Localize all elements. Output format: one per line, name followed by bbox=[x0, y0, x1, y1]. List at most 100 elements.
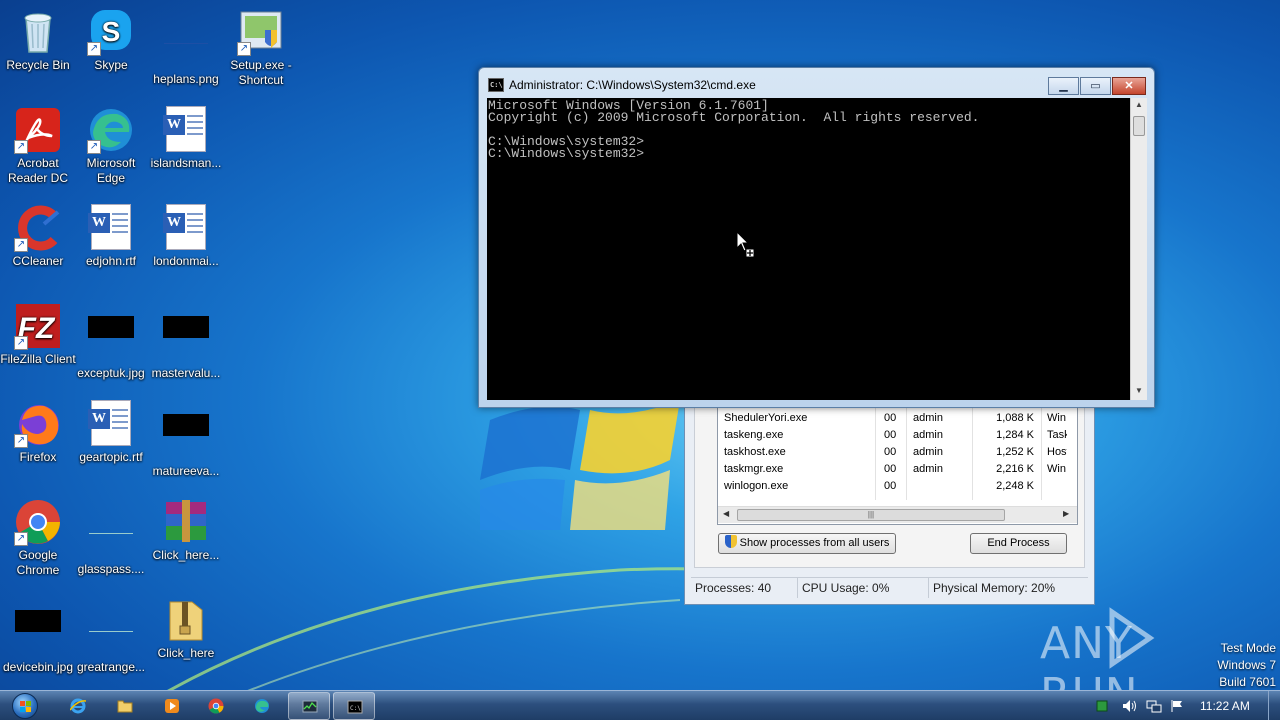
cmd-window[interactable]: C:\ Administrator: C:\Windows\System32\c… bbox=[478, 67, 1155, 408]
console-line: C:\Windows\system32> bbox=[488, 146, 645, 161]
desktop-icon-londonmai[interactable]: W londonmai... bbox=[148, 204, 224, 269]
table-row[interactable]: winlogon.exe 00 2,248 K bbox=[718, 478, 1068, 495]
scroll-up-icon[interactable]: ▲ bbox=[1135, 100, 1143, 109]
processes-panel: ShedulerYori.exe 00 admin 1,088 K Win ta… bbox=[694, 396, 1085, 568]
taskbar-windows-explorer[interactable] bbox=[104, 692, 146, 720]
scroll-right-icon[interactable]: ▶ bbox=[1063, 509, 1069, 518]
desktop-icon-recycle-bin[interactable]: Recycle Bin bbox=[0, 8, 76, 73]
image-file-icon bbox=[162, 316, 210, 364]
desktop-icon-skype[interactable]: S ↗ Skype bbox=[73, 8, 149, 73]
maximize-button[interactable]: ▭ bbox=[1080, 77, 1111, 95]
setup-shortcut-icon: ↗ bbox=[237, 8, 285, 56]
desktop-icon-edjohn[interactable]: W edjohn.rtf bbox=[73, 204, 149, 269]
desktop-icon-edge[interactable]: ↗ Microsoft Edge bbox=[73, 106, 149, 186]
firefox-icon: ↗ bbox=[14, 400, 62, 448]
action-center-flag-icon[interactable] bbox=[1170, 699, 1184, 713]
desktop-icon-heplans[interactable]: heplans.png bbox=[148, 8, 224, 87]
zip-folder-icon bbox=[162, 596, 210, 644]
scrollbar-thumb[interactable]: ||| bbox=[737, 509, 1005, 521]
shortcut-arrow-icon: ↗ bbox=[14, 532, 28, 546]
show-all-processes-button[interactable]: Show processes from all users bbox=[718, 533, 896, 554]
process-name: ShedulerYori.exe bbox=[724, 412, 808, 424]
process-cpu: 00 bbox=[884, 429, 897, 441]
desktop-icon-matureeva[interactable]: matureeva... bbox=[148, 400, 224, 479]
process-list[interactable]: ShedulerYori.exe 00 admin 1,088 K Win ta… bbox=[717, 407, 1078, 525]
taskbar-chrome[interactable] bbox=[195, 692, 237, 720]
taskbar-internet-explorer[interactable] bbox=[57, 692, 99, 720]
uac-shield-icon bbox=[724, 535, 737, 548]
process-user: admin bbox=[913, 463, 943, 475]
scroll-left-icon[interactable]: ◀ bbox=[723, 509, 729, 518]
desktop-icon-firefox[interactable]: ↗ Firefox bbox=[0, 400, 76, 465]
desktop-icon-click-here-rar[interactable]: Click_here... bbox=[148, 498, 224, 563]
status-cpu: CPU Usage: 0% bbox=[797, 578, 928, 598]
process-name: winlogon.exe bbox=[724, 480, 789, 492]
process-cpu: 00 bbox=[884, 480, 897, 492]
filezilla-icon: FZ ↗ bbox=[14, 302, 62, 350]
shortcut-arrow-icon: ↗ bbox=[237, 42, 251, 56]
process-description: Win bbox=[1047, 412, 1066, 424]
status-processes: Processes: 40 bbox=[695, 581, 772, 595]
recycle-bin-icon bbox=[14, 8, 62, 56]
svg-text:C:\: C:\ bbox=[350, 705, 361, 712]
taskbar-task-manager[interactable] bbox=[288, 692, 330, 720]
scroll-down-icon[interactable]: ▼ bbox=[1135, 386, 1143, 395]
taskbar-clock[interactable]: 11:22 AM bbox=[1200, 699, 1250, 713]
shortcut-arrow-icon: ↗ bbox=[14, 140, 28, 154]
volume-icon[interactable] bbox=[1122, 699, 1138, 713]
desktop: Recycle Bin S ↗ Skype heplans.png ↗ Setu… bbox=[0, 0, 1280, 690]
table-row[interactable]: taskeng.exe 00 admin 1,284 K Task bbox=[718, 427, 1068, 444]
show-desktop-button[interactable] bbox=[1268, 691, 1280, 720]
desktop-icon-acrobat[interactable]: ↗ Acrobat Reader DC bbox=[0, 106, 76, 186]
system-tray bbox=[1090, 691, 1195, 720]
desktop-icon-geartopic[interactable]: W geartopic.rtf bbox=[73, 400, 149, 465]
word-doc-icon: W bbox=[87, 400, 135, 448]
console-output[interactable]: Microsoft Windows [Version 6.1.7601] Copy… bbox=[487, 98, 1130, 400]
desktop-icon-filezilla[interactable]: FZ ↗ FileZilla Client bbox=[0, 302, 76, 367]
task-manager-window[interactable]: ShedulerYori.exe 00 admin 1,088 K Win ta… bbox=[684, 395, 1095, 605]
shortcut-arrow-icon: ↗ bbox=[14, 336, 28, 350]
image-file-icon bbox=[87, 316, 135, 364]
cmd-icon: C:\ bbox=[347, 700, 363, 714]
taskbar-media-player[interactable] bbox=[151, 692, 193, 720]
network-icon[interactable] bbox=[1146, 699, 1162, 713]
end-process-button[interactable]: End Process bbox=[970, 533, 1067, 554]
edge-icon: ↗ bbox=[87, 106, 135, 154]
desktop-icon-islandsman[interactable]: W islandsman... bbox=[148, 106, 224, 171]
image-file-icon bbox=[162, 22, 210, 70]
process-name: taskmgr.exe bbox=[724, 463, 784, 475]
desktop-icon-chrome[interactable]: ↗ Google Chrome bbox=[0, 498, 76, 578]
file-icon bbox=[87, 610, 135, 658]
process-description: Host bbox=[1047, 446, 1067, 458]
desktop-icon-glasspass[interactable]: glasspass.... bbox=[73, 498, 149, 577]
horizontal-scrollbar[interactable]: ◀ ||| ▶ bbox=[718, 506, 1077, 523]
table-row[interactable]: taskmgr.exe 00 admin 2,216 K Win bbox=[718, 461, 1068, 478]
desktop-icon-click-here-zip[interactable]: Click_here bbox=[148, 596, 224, 661]
shortcut-arrow-icon: ↗ bbox=[14, 434, 28, 448]
desktop-icon-exceptuk[interactable]: exceptuk.jpg bbox=[73, 302, 149, 381]
process-description: Task bbox=[1047, 429, 1067, 441]
network-status-icon[interactable] bbox=[1095, 699, 1109, 713]
table-row[interactable]: taskhost.exe 00 admin 1,252 K Host bbox=[718, 444, 1068, 461]
status-memory: Physical Memory: 20% bbox=[928, 578, 1078, 598]
table-row[interactable]: ShedulerYori.exe 00 admin 1,088 K Win bbox=[718, 410, 1068, 427]
minimize-button[interactable]: ▁ bbox=[1048, 77, 1079, 95]
scrollbar-thumb[interactable] bbox=[1133, 116, 1145, 136]
desktop-icon-ccleaner[interactable]: ↗ CCleaner bbox=[0, 204, 76, 269]
close-button[interactable]: ✕ bbox=[1112, 77, 1146, 95]
watermark-text: ANY RUN bbox=[1040, 618, 1138, 690]
vertical-scrollbar[interactable]: ▲ ▼ bbox=[1130, 98, 1147, 400]
shortcut-arrow-icon: ↗ bbox=[14, 238, 28, 252]
process-memory: 2,216 K bbox=[996, 463, 1034, 475]
desktop-icon-setup-shortcut[interactable]: ↗ Setup.exe - Shortcut bbox=[223, 8, 299, 88]
desktop-icon-greatrange[interactable]: greatrange... bbox=[73, 596, 149, 675]
desktop-icon-devicebin[interactable]: devicebin.jpg bbox=[0, 596, 76, 675]
start-button[interactable] bbox=[6, 691, 46, 720]
process-memory: 1,284 K bbox=[996, 429, 1034, 441]
taskbar-edge[interactable] bbox=[241, 692, 283, 720]
svg-text:S: S bbox=[102, 16, 121, 47]
cmd-icon: C:\ bbox=[488, 78, 504, 92]
taskbar-cmd[interactable]: C:\ bbox=[333, 692, 375, 720]
process-cpu: 00 bbox=[884, 463, 897, 475]
desktop-icon-mastervalu[interactable]: mastervalu... bbox=[148, 302, 224, 381]
